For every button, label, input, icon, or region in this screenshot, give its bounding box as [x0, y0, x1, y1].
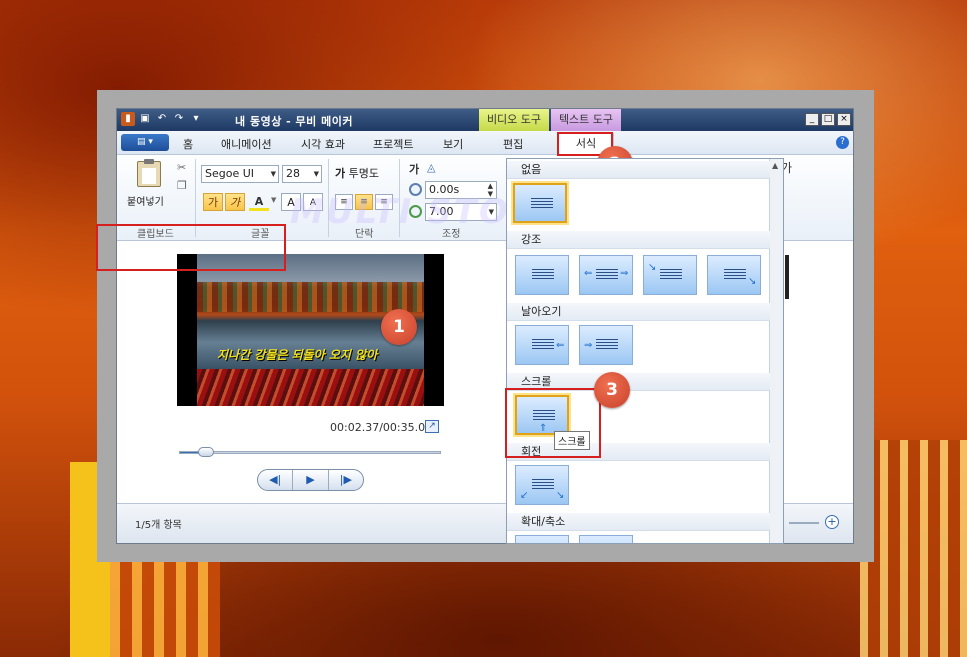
context-tab-text-tools: 텍스트 도구	[551, 109, 621, 131]
paste-button-label[interactable]: 붙여넣기	[127, 193, 164, 208]
text-lines-icon	[532, 339, 554, 351]
zoom-in-button[interactable]: +	[825, 515, 839, 529]
text-lines-icon	[596, 269, 618, 281]
subtitle-highlight-box	[96, 224, 286, 271]
text-outline-icon[interactable]: 가	[409, 161, 419, 177]
expand-preview-icon[interactable]: ↗	[425, 420, 439, 433]
rotate-right-icon: ↘	[556, 490, 565, 501]
save-icon[interactable]: ▣	[138, 112, 152, 126]
arrow-down-right-icon: ↘	[748, 276, 757, 287]
minimize-button[interactable]: _	[805, 113, 819, 126]
previous-frame-button[interactable]: ◀|	[258, 470, 294, 490]
seek-bar-fill	[180, 452, 199, 453]
quick-access-toolbar: ▮ ▣ ↶ ↷ ▾	[121, 112, 203, 126]
bold-button[interactable]: 가	[203, 193, 223, 211]
title-bar: ▮ ▣ ↶ ↷ ▾ 내 동영상 - 무비 메이커 비디오 도구 텍스트 도구 _…	[117, 109, 853, 131]
help-icon[interactable]: ?	[836, 136, 849, 149]
effect-emphasis-3[interactable]: ↘	[643, 255, 697, 295]
background-stripes-right	[860, 440, 967, 657]
tab-visual-effects[interactable]: 시각 효과	[301, 136, 345, 152]
next-frame-button[interactable]: |▶	[329, 470, 363, 490]
font-color-button[interactable]: A	[249, 193, 269, 211]
preview-subtitle: 지나간 강물은 되돌아 오지 않아	[217, 348, 378, 362]
background-color-icon[interactable]: ◬	[427, 161, 435, 174]
undo-icon[interactable]: ↶	[155, 112, 169, 126]
arrow-right-icon: ⇒	[584, 340, 593, 351]
effect-emphasis-2[interactable]: ⇐ ⇒	[579, 255, 633, 295]
text-lines-icon	[724, 269, 746, 281]
context-tab-video-tools: 비디오 도구	[479, 109, 549, 131]
gallery-section-none: 없음	[507, 161, 770, 179]
italic-button[interactable]: 가	[225, 193, 245, 211]
scroll-up-icon[interactable]: ▲	[772, 161, 778, 170]
tab-home[interactable]: 홈	[183, 136, 193, 152]
tab-animation[interactable]: 애니메이션	[221, 136, 272, 152]
playback-controls: ◀| ▶ |▶	[257, 469, 364, 491]
text-lines-icon	[531, 198, 553, 210]
effect-none[interactable]	[513, 183, 567, 223]
play-button[interactable]: ▶	[293, 470, 329, 490]
zoom-slider[interactable]	[789, 522, 819, 524]
font-family-value: Segoe UI	[205, 167, 255, 180]
close-button[interactable]: ×	[837, 113, 851, 126]
chevron-down-icon: ▼	[270, 170, 276, 178]
ribbon-tab-bar: ▤ ▾ 홈 애니메이션 시각 효과 프로젝트 보기 편집 서식 ?	[117, 131, 853, 155]
preview-trees	[197, 282, 424, 312]
seek-thumb[interactable]	[198, 447, 215, 457]
seek-bar[interactable]	[179, 447, 441, 457]
text-lines-icon	[532, 479, 554, 491]
redo-icon[interactable]: ↷	[172, 112, 186, 126]
item-count: 1/5개 항목	[135, 520, 182, 531]
gallery-section-emphasis: 강조	[507, 231, 770, 249]
tab-view[interactable]: 보기	[443, 136, 463, 152]
window-title: 내 동영상 - 무비 메이커	[235, 115, 353, 128]
text-icon: 가	[335, 167, 346, 180]
animation-gallery: ▲ 없음 강조 ⇐ ⇒ ↘ ↘ 날아오기 ⇐ ⇒ 스크롤 ⇑ 회전 ↙ ↘ 확대/축…	[506, 158, 784, 544]
effect-zoom-1[interactable]	[515, 535, 569, 543]
storyboard-clip-edge	[785, 255, 789, 299]
effect-zoom-2[interactable]	[579, 535, 633, 543]
step-badge-1: 1	[381, 309, 417, 345]
effect-fly-in-right[interactable]: ⇒	[579, 325, 633, 365]
font-family-select[interactable]: Segoe UI ▼	[201, 165, 279, 183]
effect-rotate[interactable]: ↙ ↘	[515, 465, 569, 505]
arrow-right-icon: ⇒	[620, 268, 629, 279]
text-lines-icon	[596, 339, 618, 351]
chevron-down-icon: ▼	[271, 196, 277, 204]
tab-project[interactable]: 프로젝트	[373, 136, 413, 152]
tab-edit[interactable]: 편집	[503, 136, 523, 152]
font-size-select[interactable]: 28 ▼	[282, 165, 322, 183]
window-controls: _ □ ×	[805, 113, 851, 126]
effect-emphasis-4[interactable]: ↘	[707, 255, 761, 295]
file-menu-button[interactable]: ▤ ▾	[121, 134, 169, 151]
arrow-left-icon: ⇐	[584, 268, 593, 279]
playback-time: 00:02.37/00:35.00	[330, 421, 433, 434]
effect-emphasis-1[interactable]	[515, 255, 569, 295]
step-badge-3: 3	[594, 372, 630, 408]
arrow-left-icon: ⇐	[556, 340, 565, 351]
customize-qat-icon[interactable]: ▾	[189, 112, 203, 126]
gallery-section-fly-in: 날아오기	[507, 303, 770, 321]
scroll-tooltip: 스크롤	[554, 431, 590, 450]
rotate-left-icon: ↙	[520, 490, 529, 501]
gallery-section-zoom: 확대/축소	[507, 513, 770, 531]
gallery-scrollbar[interactable]: ▲	[769, 159, 783, 543]
text-lines-icon	[532, 269, 554, 281]
transparency-button[interactable]: 가 투명도	[335, 165, 379, 181]
transparency-label: 투명도	[348, 167, 379, 180]
maximize-button[interactable]: □	[821, 113, 835, 126]
chevron-down-icon: ▼	[313, 170, 319, 178]
app-icon: ▮	[121, 112, 135, 126]
arrow-down-right-icon: ↘	[648, 262, 657, 273]
clipboard-icon[interactable]	[137, 159, 161, 187]
preview-foreground	[197, 369, 424, 406]
copy-icon[interactable]: ❐	[177, 179, 187, 192]
effect-fly-in-left[interactable]: ⇐	[515, 325, 569, 365]
cut-icon[interactable]: ✂	[177, 161, 186, 174]
font-size-value: 28	[286, 167, 300, 180]
text-lines-icon	[660, 269, 682, 281]
